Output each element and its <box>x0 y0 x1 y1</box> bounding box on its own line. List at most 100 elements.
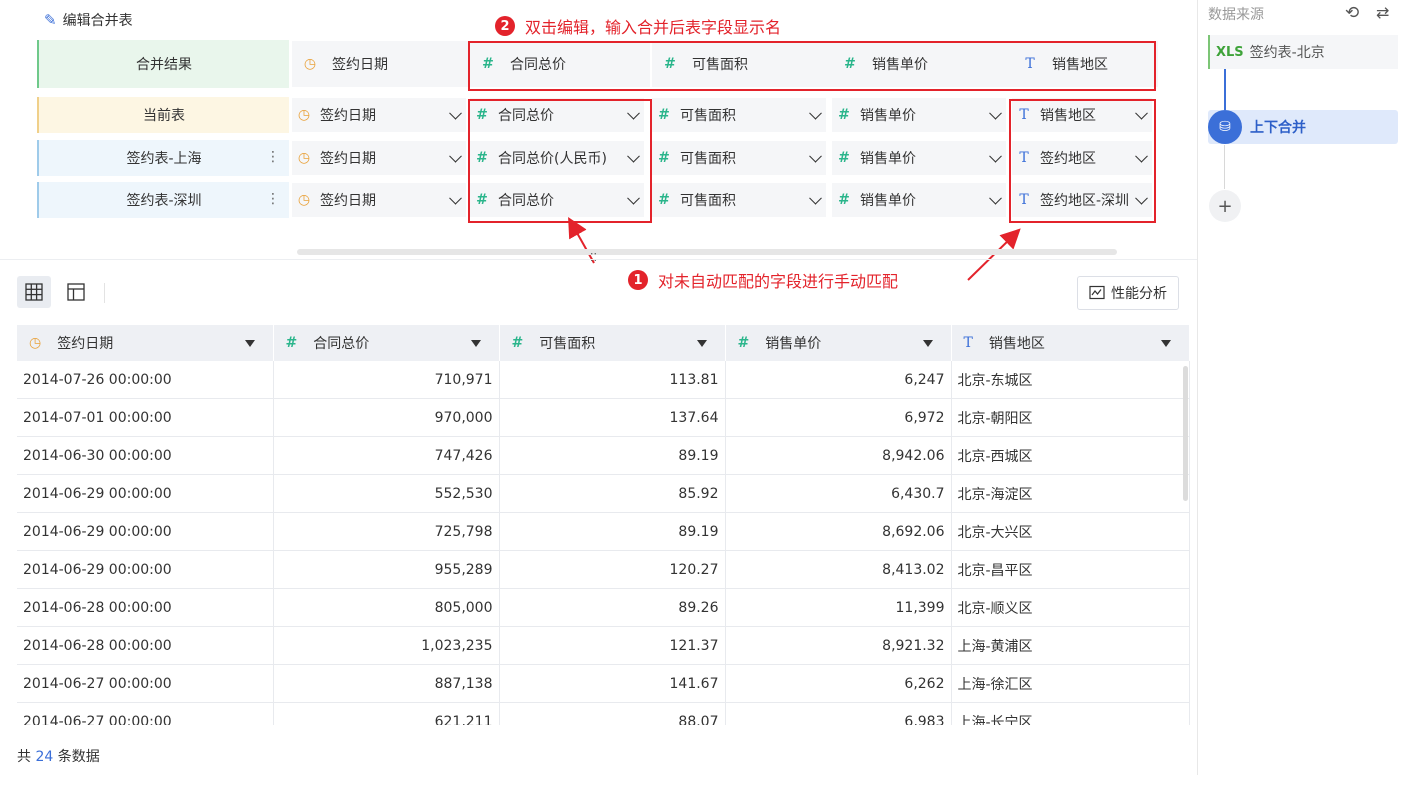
table-cell: 1,023,235 <box>273 626 500 665</box>
table-cell: 6,247 <box>725 361 952 399</box>
table-cell: 6,983 <box>725 702 952 725</box>
right-panel-divider <box>1197 0 1198 775</box>
source-item-beijing-label: 签约表-北京 <box>1249 45 1325 61</box>
row-count-prefix: 共 <box>17 749 31 765</box>
table-cell: 北京-朝阳区 <box>951 398 1190 437</box>
table-row[interactable]: 2014-07-26 00:00:00 710,971 113.81 6,247 北京-… <box>17 361 1190 399</box>
table-header-row: ◷ 签约日期 # 合同总价 # 可售面积 # 销售单价 T 销售地区 <box>17 325 1190 361</box>
table-cell: 120.27 <box>499 550 726 589</box>
table-cell: 141.67 <box>499 664 726 703</box>
data-table: ◷ 签约日期 # 合同总价 # 可售面积 # 销售单价 T 销售地区 2014-07-26 00:… <box>17 325 1190 725</box>
table-cell: 北京-大兴区 <box>951 512 1190 551</box>
table-cell: 上海-长宁区 <box>951 702 1190 725</box>
column-header-label: 签约日期 <box>57 336 114 352</box>
table-cell: 北京-昌平区 <box>951 550 1190 589</box>
table-cell: 2014-06-27 00:00:00 <box>17 664 274 703</box>
table-cell: 11,399 <box>725 588 952 627</box>
table-cell: 113.81 <box>499 361 726 399</box>
table-row[interactable]: 2014-06-29 00:00:00 725,798 89.19 8,692.06 北… <box>17 512 1190 551</box>
source-item-beijing[interactable]: XLS 签约表-北京 <box>1208 35 1398 69</box>
table-cell: 137.64 <box>499 398 726 437</box>
table-cell: 89.19 <box>499 512 726 551</box>
table-row[interactable]: 2014-06-30 00:00:00 747,426 89.19 8,942.06 北… <box>17 436 1190 475</box>
sort-dropdown-icon[interactable] <box>696 340 707 347</box>
column-header-label: 销售单价 <box>765 336 822 352</box>
table-cell: 8,413.02 <box>725 550 952 589</box>
table-cell: 725,798 <box>273 512 500 551</box>
column-header-label: 销售地区 <box>988 336 1045 352</box>
table-cell: 89.19 <box>499 436 726 475</box>
table-cell: 上海-黄浦区 <box>951 626 1190 665</box>
xls-icon: XLS <box>1216 44 1244 60</box>
table-cell: 121.37 <box>499 626 726 665</box>
table-cell: 2014-06-30 00:00:00 <box>17 436 274 475</box>
history-icon[interactable]: ⟲ <box>1345 3 1359 23</box>
table-cell: 805,000 <box>273 588 500 627</box>
table-cell: 88.07 <box>499 702 726 725</box>
sort-dropdown-icon[interactable] <box>470 340 481 347</box>
table-cell: 2014-07-26 00:00:00 <box>17 361 274 399</box>
table-cell: 上海-徐汇区 <box>951 664 1190 703</box>
sort-dropdown-icon[interactable] <box>244 340 255 347</box>
table-cell: 北京-东城区 <box>951 361 1190 399</box>
merge-step-item[interactable]: ⛁ 上下合并 <box>1208 110 1398 144</box>
merge-step-label: 上下合并 <box>1250 120 1306 136</box>
column-header[interactable]: # 可售面积 <box>499 325 726 361</box>
table-row[interactable]: 2014-06-29 00:00:00 955,289 120.27 8,413.02… <box>17 550 1190 589</box>
merge-database-icon: ⛁ <box>1208 110 1242 144</box>
table-cell: 2014-06-29 00:00:00 <box>17 512 274 551</box>
table-row[interactable]: 2014-07-01 00:00:00 970,000 137.64 6,972 北京-… <box>17 398 1190 437</box>
table-cell: 2014-06-28 00:00:00 <box>17 626 274 665</box>
table-cell: 2014-06-28 00:00:00 <box>17 588 274 627</box>
swap-icon[interactable]: ⇄ <box>1376 3 1389 22</box>
number-type-icon: # <box>285 335 298 351</box>
row-count-value: 24 <box>35 749 54 765</box>
data-source-title: 数据来源 <box>1208 7 1264 23</box>
clock-icon: ◷ <box>29 335 42 351</box>
table-cell: 8,921.32 <box>725 626 952 665</box>
table-cell: 621,211 <box>273 702 500 725</box>
sort-dropdown-icon[interactable] <box>922 340 933 347</box>
table-cell: 2014-06-27 00:00:00 <box>17 702 274 725</box>
table-cell: 747,426 <box>273 436 500 475</box>
text-type-icon: T <box>963 335 973 351</box>
table-cell: 89.26 <box>499 588 726 627</box>
column-header[interactable]: T 销售地区 <box>951 325 1190 361</box>
table-cell: 552,530 <box>273 474 500 513</box>
table-cell: 6,972 <box>725 398 952 437</box>
column-header[interactable]: # 合同总价 <box>273 325 500 361</box>
table-cell: 2014-07-01 00:00:00 <box>17 398 274 437</box>
row-count-footer: 共 24 条数据 <box>17 746 100 766</box>
table-cell: 970,000 <box>273 398 500 437</box>
table-row[interactable]: 2014-06-28 00:00:00 805,000 89.26 11,399 北京-… <box>17 588 1190 627</box>
sort-dropdown-icon[interactable] <box>1160 340 1171 347</box>
table-cell: 北京-西城区 <box>951 436 1190 475</box>
table-body: 2014-07-26 00:00:00 710,971 113.81 6,247 北京-… <box>17 361 1190 725</box>
table-cell: 8,692.06 <box>725 512 952 551</box>
table-cell: 887,138 <box>273 664 500 703</box>
table-cell: 2014-06-29 00:00:00 <box>17 550 274 589</box>
table-cell: 6,430.7 <box>725 474 952 513</box>
column-header[interactable]: ◷ 签约日期 <box>17 325 274 361</box>
number-type-icon: # <box>737 335 750 351</box>
table-cell: 北京-海淀区 <box>951 474 1190 513</box>
table-row[interactable]: 2014-06-29 00:00:00 552,530 85.92 6,430.7 北京… <box>17 474 1190 513</box>
column-header-label: 合同总价 <box>313 336 370 352</box>
flow-connector-pending <box>1224 145 1225 189</box>
add-step-button[interactable]: + <box>1209 190 1241 222</box>
vertical-scrollbar[interactable] <box>1183 366 1188 501</box>
data-table-viewport: ◷ 签约日期 # 合同总价 # 可售面积 # 销售单价 T 销售地区 2014-07-26 00:… <box>0 0 1197 725</box>
table-row[interactable]: 2014-06-28 00:00:00 1,023,235 121.37 8,921.… <box>17 626 1190 665</box>
table-cell: 85.92 <box>499 474 726 513</box>
table-row[interactable]: 2014-06-27 00:00:00 887,138 141.67 6,262 上海-… <box>17 664 1190 703</box>
table-cell: 8,942.06 <box>725 436 952 475</box>
column-header[interactable]: # 销售单价 <box>725 325 952 361</box>
flow-connector <box>1224 69 1226 113</box>
number-type-icon: # <box>511 335 524 351</box>
column-header-label: 可售面积 <box>539 336 596 352</box>
table-cell: 北京-顺义区 <box>951 588 1190 627</box>
table-cell: 6,262 <box>725 664 952 703</box>
table-row[interactable]: 2014-06-27 00:00:00 621,211 88.07 6,983 上海-长… <box>17 702 1190 725</box>
row-count-suffix: 条数据 <box>57 749 100 765</box>
table-cell: 2014-06-29 00:00:00 <box>17 474 274 513</box>
